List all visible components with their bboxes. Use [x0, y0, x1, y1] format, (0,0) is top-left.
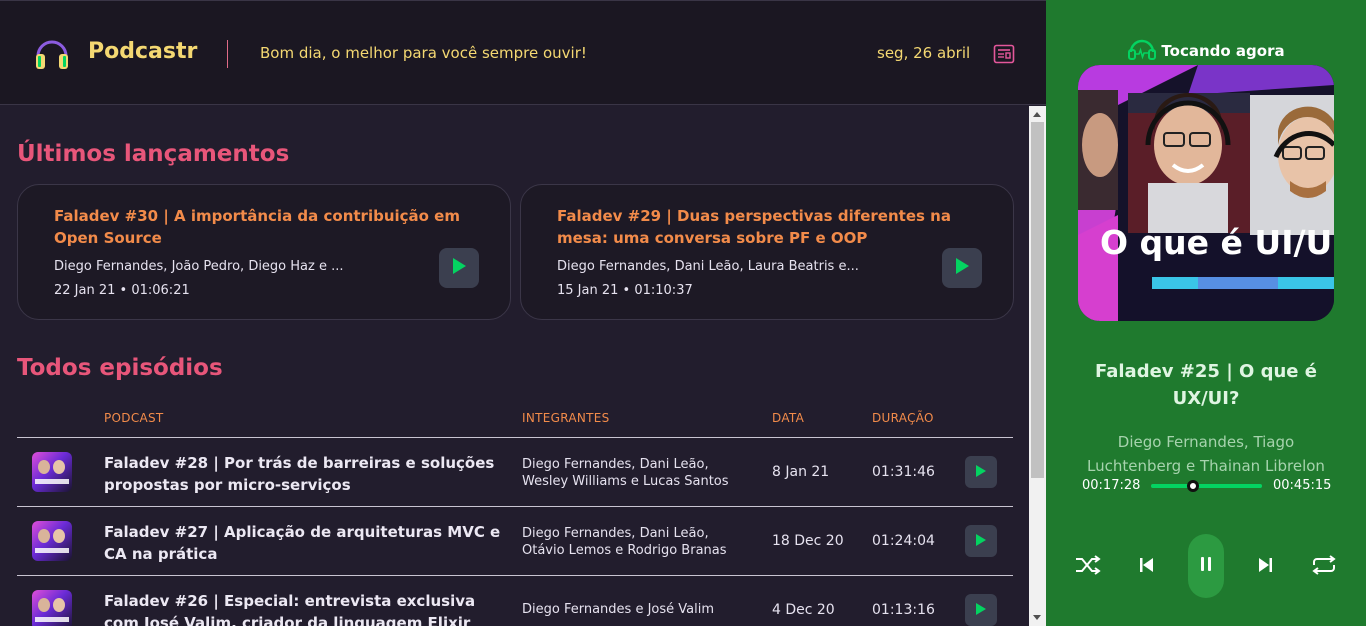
now-playing-label: Tocando agora [1161, 42, 1285, 60]
episode-title[interactable]: Faladev #30 | A importância da contribui… [54, 205, 494, 249]
play-button[interactable] [942, 248, 982, 288]
scroll-down-arrow-icon[interactable] [1033, 615, 1041, 620]
header: Podcastr Bom dia, o melhor para você sem… [0, 0, 1046, 105]
episode-duration: 01:13:16 [872, 602, 935, 618]
table-row: Faladev #28 | Por trás de barreiras e so… [17, 438, 1013, 506]
player-episode-members: Diego Fernandes, Tiago Luchtenberg e Tha… [1087, 433, 1325, 475]
episode-members: Diego Fernandes e José Valim [522, 602, 714, 617]
episode-title[interactable]: Faladev #29 | Duas perspectivas diferent… [557, 205, 997, 249]
player-panel: Tocando agora O que é UI/U Faladev #25 |… [1046, 0, 1366, 626]
episode-thumbnail [32, 521, 72, 561]
latest-section-title: Últimos lançamentos [17, 141, 290, 167]
play-button[interactable] [965, 525, 997, 557]
main-scrollbar[interactable] [1029, 106, 1046, 626]
header-tagline: Bom dia, o melhor para você sempre ouvir… [260, 44, 587, 62]
episode-date: 22 Jan 21 [54, 283, 116, 298]
skip-next-icon [1256, 556, 1274, 578]
episode-meta: 15 Jan 21 • 01:10:37 [557, 283, 693, 298]
latest-episode-card[interactable]: Faladev #29 | Duas perspectivas diferent… [520, 184, 1014, 320]
meta-separator: • [622, 283, 631, 298]
episode-members: Diego Fernandes, Dani Leão, Otávio Lemos… [522, 526, 727, 558]
total-time: 00:45:15 [1273, 478, 1332, 493]
newspaper-icon[interactable] [992, 42, 1016, 66]
meta-separator: • [119, 283, 128, 298]
table-row: Faladev #27 | Aplicação de arquiteturas … [17, 507, 1013, 575]
episode-duration: 01:06:21 [131, 283, 190, 298]
cover-caption: O que é UI/U [1100, 223, 1333, 262]
episode-title[interactable]: Faladev #28 | Por trás de barreiras e so… [104, 452, 504, 496]
header-divider [227, 40, 228, 68]
shuffle-icon [1074, 554, 1102, 580]
shuffle-button[interactable] [1074, 553, 1102, 581]
episode-date: 18 Dec 20 [772, 533, 844, 549]
previous-button[interactable] [1133, 553, 1161, 581]
scroll-thumb[interactable] [1031, 122, 1044, 478]
play-icon [975, 532, 987, 551]
play-icon [975, 463, 987, 482]
player-episode-title: Faladev #25 | O que é UX/UI? [1095, 361, 1317, 409]
column-header-members: INTEGRANTES [522, 411, 610, 425]
all-episodes-title: Todos episódios [17, 355, 223, 381]
play-button[interactable] [965, 456, 997, 488]
episode-title[interactable]: Faladev #26 | Especial: entrevista exclu… [104, 590, 504, 626]
episode-members: Diego Fernandes, Dani Leão, Wesley Willi… [522, 457, 729, 489]
latest-episode-card[interactable]: Faladev #30 | A importância da contribui… [17, 184, 511, 320]
play-icon [451, 257, 467, 279]
episode-meta: 22 Jan 21 • 01:06:21 [54, 283, 190, 298]
brand-name[interactable]: Podcastr [88, 39, 197, 64]
progress-slider[interactable] [1151, 480, 1262, 492]
headphones-icon [1127, 38, 1157, 64]
table-header: PODCAST INTEGRANTES DATA DURAÇÃO [17, 411, 1013, 437]
play-button[interactable] [965, 594, 997, 626]
repeat-button[interactable] [1310, 553, 1338, 581]
progress-fill [1151, 484, 1262, 488]
main-content: Últimos lançamentos Faladev #30 | A impo… [0, 106, 1029, 626]
column-header-podcast: PODCAST [104, 411, 164, 425]
episode-title[interactable]: Faladev #27 | Aplicação de arquiteturas … [104, 521, 504, 565]
now-playing-header: Tocando agora [1046, 38, 1366, 64]
episode-thumbnail [32, 452, 72, 492]
play-icon [954, 257, 970, 279]
headphones-icon [32, 34, 72, 74]
next-button[interactable] [1251, 553, 1279, 581]
scroll-up-arrow-icon[interactable] [1033, 112, 1041, 117]
episode-thumbnail [32, 590, 72, 626]
episode-date: 8 Jan 21 [772, 464, 830, 480]
episode-date: 4 Dec 20 [772, 602, 835, 618]
repeat-icon [1310, 554, 1338, 580]
pause-button[interactable] [1188, 534, 1224, 598]
skip-previous-icon [1138, 556, 1156, 578]
episode-date: 15 Jan 21 [557, 283, 619, 298]
progress-handle[interactable] [1187, 480, 1200, 492]
play-icon [975, 601, 987, 620]
episode-members: Diego Fernandes, Dani Leão, Laura Beatri… [557, 259, 859, 274]
episode-cover: O que é UI/U [1078, 65, 1334, 321]
column-header-date: DATA [772, 411, 805, 425]
current-time: 00:17:28 [1082, 478, 1141, 493]
episode-duration: 01:31:46 [872, 464, 935, 480]
episode-duration: 01:10:37 [634, 283, 693, 298]
table-row: Faladev #26 | Especial: entrevista exclu… [17, 576, 1013, 626]
episode-members: Diego Fernandes, João Pedro, Diego Haz e… [54, 259, 344, 274]
pause-icon [1199, 556, 1213, 576]
play-button[interactable] [439, 248, 479, 288]
column-header-duration: DURAÇÃO [872, 411, 934, 425]
episode-duration: 01:24:04 [872, 533, 935, 549]
header-date: seg, 26 abril [877, 44, 971, 62]
